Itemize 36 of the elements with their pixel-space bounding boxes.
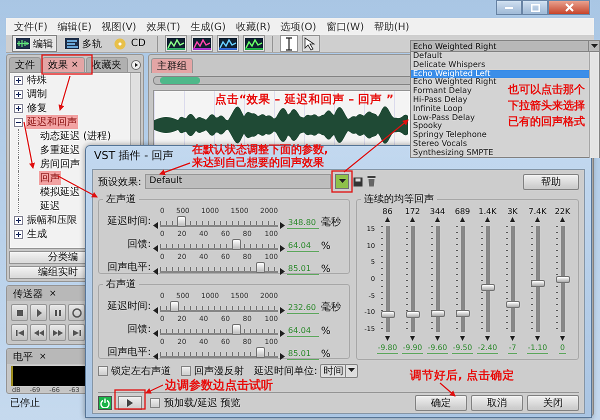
group-title: 连续的均等回声 xyxy=(363,192,435,206)
annotation-text: 来达到自己想要的回声效果 xyxy=(192,156,324,169)
annotation-text: 点击“效果 – 延迟和回声 – 回声 ” xyxy=(215,92,394,107)
field-label: 延迟时间单位: xyxy=(254,364,318,378)
frequency-label: 3K xyxy=(507,206,518,216)
group-title: 左声道 xyxy=(105,192,137,206)
frequency-label: 1.4K xyxy=(478,206,496,216)
frequency-label: 344 xyxy=(430,206,446,216)
annotation-text: 已有的回声格式 xyxy=(508,114,585,130)
group-title: 右声道 xyxy=(105,278,137,291)
unit-label: % xyxy=(321,241,332,252)
frequency-label: 689 xyxy=(454,206,470,216)
slider-label: 延迟时间: xyxy=(106,300,151,314)
dialog-title: VST 插件 - 回声 xyxy=(93,148,174,164)
frequency-label: 22K xyxy=(554,206,570,216)
slider-label: 延迟时间: xyxy=(106,214,151,229)
unit-label: % xyxy=(321,349,332,360)
slider-label: 回声电平: xyxy=(106,346,151,360)
field-label: 预设效果: xyxy=(98,176,142,188)
frequency-label: 86 xyxy=(382,206,393,216)
unit-label: 毫秒 xyxy=(321,300,342,314)
annotation-text: 下拉箭头来选择 xyxy=(508,98,585,114)
panel-title: 电平 xyxy=(13,350,33,364)
annotation-text: 在默认状态调整下面的参数, xyxy=(192,143,328,156)
panel-title: 传送器 xyxy=(13,288,43,300)
unit-label: 毫秒 xyxy=(321,216,342,229)
slider-label: 回馈: xyxy=(126,238,151,252)
unit-label: % xyxy=(321,326,332,337)
unit-label: % xyxy=(321,264,332,275)
frequency-label: 7.4K xyxy=(528,206,546,216)
annotation-text: 边调参数边点击试听 xyxy=(165,379,273,391)
frequency-label: 172 xyxy=(404,206,420,216)
annotation-text: 也可以点击那个 xyxy=(508,82,585,98)
slider-label: 回馈: xyxy=(126,323,151,337)
annotation-text: 调节好后, 点击确定 xyxy=(410,368,514,382)
status-text: 已停止 xyxy=(9,397,40,411)
